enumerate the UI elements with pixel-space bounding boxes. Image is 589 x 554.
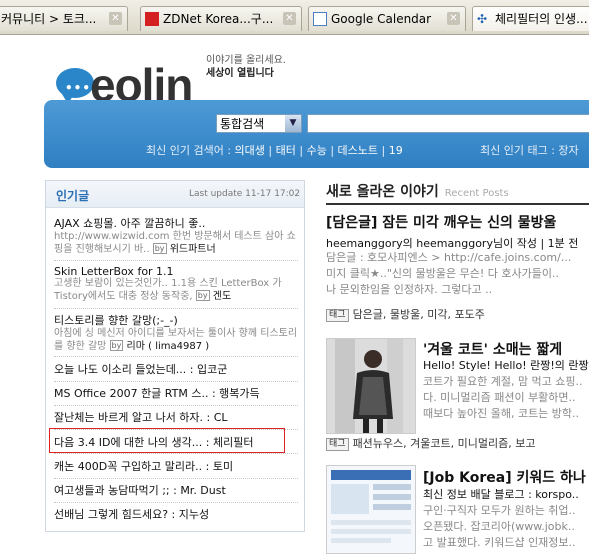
close-icon[interactable]: ✕ [283,12,296,25]
divider [54,260,298,261]
divider [54,381,298,382]
hot-term[interactable]: 데스노트 [338,144,378,157]
post-excerpt: Hello! Style! Hello! 란짱!의 란짱 코트가 필요한 계절,… [423,359,589,420]
post-title[interactable]: [Job Korea] 키워드 하나 [423,467,586,487]
search-input[interactable] [307,114,589,133]
popular-header: 인기글 Last update 11-17 17:02 [46,181,304,208]
post-author: 위드파트너 [169,244,216,255]
post-excerpt: http://www.wizwid.com 한번 방문해서 테스트 삼아 쇼핑을… [54,231,296,255]
post-excerpt: 최신 정보 배달 블로그 : korspo.. 구인·구직자 모두가 원하는 취… [423,488,579,549]
hot-tags-label[interactable]: 최신 인기 태그 : 장자 [480,142,579,158]
divider [54,453,298,454]
search-scope-select[interactable]: 통합검색 ▼ [216,114,302,133]
tag-badge: 태그 [326,438,349,451]
post-author: 행복가득 [219,387,260,400]
hot-search-label: 최신 인기 검색어 : [146,144,232,157]
tab-label: ZDNet Korea...구... [163,12,274,26]
tag-list[interactable]: 담은글, 물방울, 미각, 포도주 [353,308,485,321]
list-item[interactable]: 캐논 400D꼭 구입하고 말리라.. : 토미 [54,458,298,474]
divider [54,478,298,479]
post-tags: 태그 패션뉴우스, 겨울코트, 미니멀리즘, 보고 [326,435,535,451]
hot-term[interactable]: 의대생 [235,144,265,157]
post-title[interactable]: Skin LetterBox for 1.1 [54,265,298,278]
tab-label: 체리필터의 인생... [495,12,588,26]
popular-title: 인기글 [56,189,90,203]
list-item[interactable]: AJAX 쇼핑몰. 아주 깔끔하니 좋.. http://www.wizwid.… [54,215,298,256]
divider [326,203,589,205]
tag-list[interactable]: 패션뉴우스, 겨울코트, 미니멀리즘, 보고 [353,437,536,450]
post-title[interactable]: [담은글] 잠든 미각 깨우는 신의 물방울 [326,212,556,232]
hot-search-terms: 최신 인기 검색어 : 의대생 | 태터 | 수능 | 데스노트 | 19 [146,144,403,157]
post-title[interactable]: AJAX 쇼핑몰. 아주 깔끔하니 좋.. [54,215,298,231]
slogan-line1: 이야기를 올리세요. [206,55,286,66]
search-scope-value: 통합검색 [220,117,265,131]
logo-dots: ••• [65,81,92,95]
post-author: Mr. Dust [180,484,226,497]
list-item[interactable]: 티스토리를 향한 갈망(;-_-) 아침에 싱 메신저 아이디를 보자서는 툴이… [54,312,298,353]
divider [54,356,298,357]
calendar-icon [313,12,327,26]
hot-term[interactable]: 19 [389,144,403,157]
divider [54,502,298,503]
post-author: 입코군 [197,363,228,376]
list-item[interactable]: 오늘 나도 이소리 들었는데... : 입코군 [54,361,298,377]
tag-badge: 태그 [326,309,349,322]
fashion-photo [327,339,415,433]
close-icon[interactable]: ✕ [109,12,122,25]
tab-label: Google Calendar [331,12,432,26]
slogan-line2: 세상이 열립니다 [206,68,274,79]
post-author: 리마 ( lima4987 ) [126,341,210,352]
tab-community[interactable]: 커뮤니티 > 토크... ✕ [0,6,128,31]
recent-posts-title: 새로 올라온 이야기 Recent Posts [326,184,509,200]
zdnet-icon [145,12,159,26]
popular-posts-box: 인기글 Last update 11-17 17:02 AJAX 쇼핑몰. 아주… [45,180,305,532]
recent-posts-title-en: Recent Posts [444,188,509,199]
tab-label: 커뮤니티 > 토크... [1,12,97,26]
highlight-box [49,428,285,453]
tab-zdnet[interactable]: ZDNet Korea...구... ✕ [140,6,302,31]
list-item[interactable]: 선배님 그렇게 힘드세요? : 지누성 [54,506,298,522]
post-author: 지누성 [178,508,210,521]
post-thumbnail[interactable] [326,338,416,434]
tab-cherryfilter[interactable]: ✣ 체리필터의 인생... [472,6,589,31]
list-item[interactable]: MS Office 2007 한글 RTM 스.. : 행복가득 [54,385,298,401]
post-title[interactable]: '겨울 코트' 소매는 짧게 [423,339,562,359]
hot-term[interactable]: 태터 [276,144,296,157]
close-icon[interactable]: ✕ [447,12,460,25]
post-title[interactable]: 티스토리를 향한 갈망(;-_-) [54,312,298,328]
jobkorea-thumbnail [327,466,415,553]
divider [54,405,298,406]
chevron-down-icon[interactable]: ▼ [285,115,301,132]
by-badge: by [109,340,124,351]
post-author: 겐도 [212,291,232,302]
tab-google-calendar[interactable]: Google Calendar ✕ [308,6,466,31]
list-item[interactable]: Skin LetterBox for 1.1 고생한 보람이 있는것인가.. 1… [54,265,298,303]
post-author: 토미 [212,460,234,473]
post-excerpt: 담은글 : 호모사피엔스 > http://cafe.joins.com/...… [326,251,572,296]
post-tags: 태그 담은글, 물방울, 미각, 포도주 [326,306,485,322]
post-author[interactable]: heemanggory [326,237,403,250]
hot-term[interactable]: 수능 [307,144,327,157]
post-author: CL [213,411,228,424]
post-excerpt: 고생한 보람이 있는것인가.. 1.1용 스킨 LetterBox 가 Tist… [54,278,282,302]
by-badge: by [195,290,210,301]
list-item[interactable]: 잘난체는 바르게 알고 나서 하자. : CL [54,409,298,425]
post-thumbnail[interactable] [326,465,416,554]
list-item[interactable]: 여고생들과 농담따먹기 ;; : Mr. Dust [54,482,298,498]
last-update: Last update 11-17 17:02 [189,189,301,199]
by-badge: by [152,243,167,254]
post-excerpt: 아침에 싱 메신저 아이디를 보자서는 툴이사 향께 티스토리를 향한 갈망 b… [54,328,298,352]
post-author[interactable]: heemanggory [416,237,493,250]
blog-icon: ✣ [477,12,488,26]
browser-tab-bar: 커뮤니티 > 토크... ✕ ZDNet Korea...구... ✕ Goog… [0,0,589,35]
slogan: 이야기를 올리세요. 세상이 열립니다 [206,54,286,80]
divider [54,308,298,309]
post-meta: heemanggory의 heemanggory님이 작성 | 1분 전 [326,237,579,250]
